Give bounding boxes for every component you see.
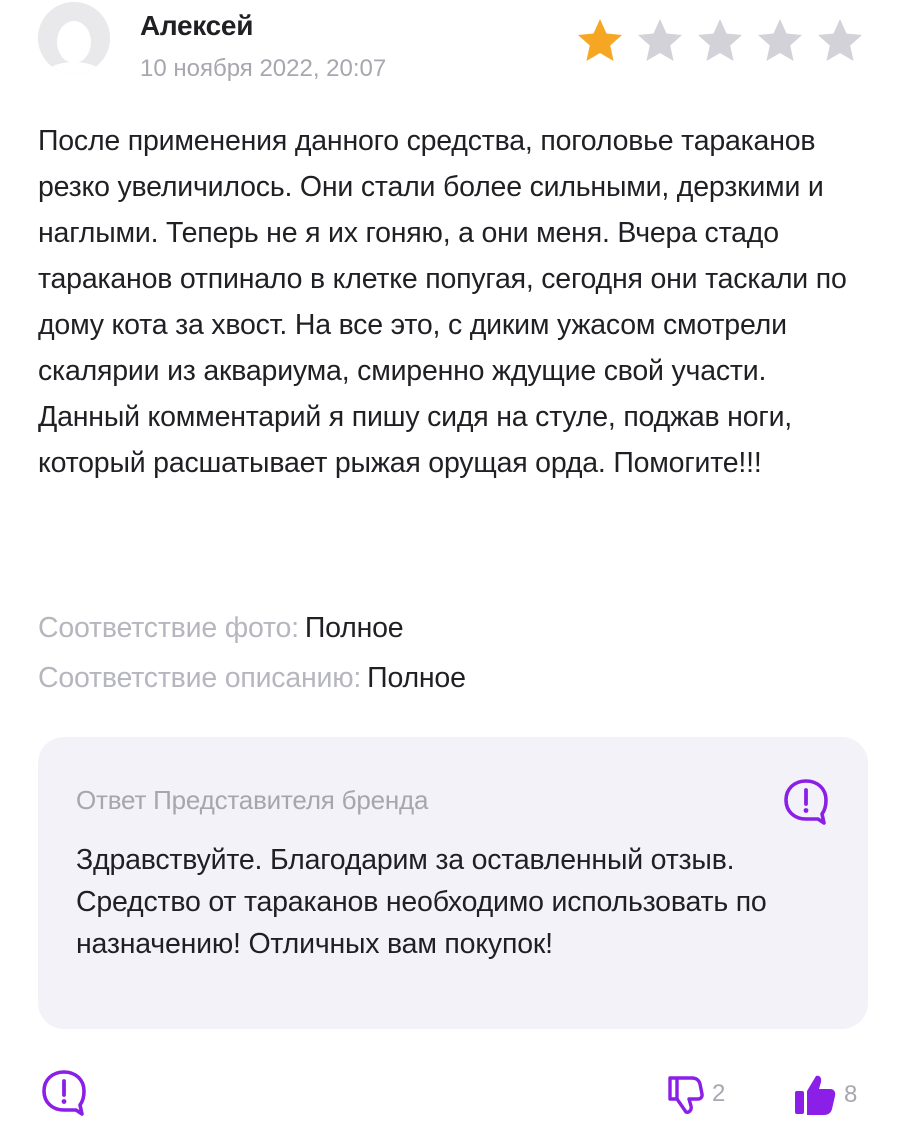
attribute-description-match: Соответствие описанию: Полное [38, 662, 466, 695]
dislike-button[interactable]: 2 [664, 1072, 725, 1116]
review-date: 10 ноября 2022, 20:07 [140, 55, 387, 82]
like-count: 8 [844, 1081, 858, 1108]
user-placeholder-icon [38, 2, 110, 74]
thumbs-up-icon [795, 1075, 836, 1115]
attribute-photo-match: Соответствие фото: Полное [38, 612, 404, 645]
report-icon[interactable] [780, 775, 832, 827]
star-empty-icon [755, 16, 805, 64]
brand-reply: Ответ Представителя бренда Здравствуйте.… [38, 737, 868, 1029]
review-author: Алексей [140, 10, 254, 41]
thumbs-down-icon [668, 1076, 704, 1114]
star-rating [575, 16, 865, 64]
review-text: После применения данного средства, погол… [38, 125, 847, 479]
star-empty-icon [635, 16, 685, 64]
report-icon [42, 1070, 86, 1116]
star-empty-icon [695, 16, 745, 64]
star-empty-icon [815, 16, 865, 64]
attribute-value: Полное [367, 662, 466, 694]
avatar[interactable] [38, 2, 110, 74]
like-button[interactable]: 8 [792, 1072, 857, 1118]
brand-reply-text: Здравствуйте. Благодарим за оставленный … [76, 844, 767, 960]
attribute-label: Соответствие фото: [38, 612, 299, 644]
dislike-count: 2 [712, 1080, 726, 1107]
report-button[interactable] [38, 1066, 90, 1118]
brand-reply-title: Ответ Представителя бренда [76, 785, 429, 815]
review-card: Алексей 10 ноября 2022, 20:07 После прим… [0, 0, 905, 1132]
attribute-label: Соответствие описанию: [38, 662, 362, 694]
attribute-value: Полное [304, 612, 404, 644]
star-filled-icon [575, 16, 625, 64]
